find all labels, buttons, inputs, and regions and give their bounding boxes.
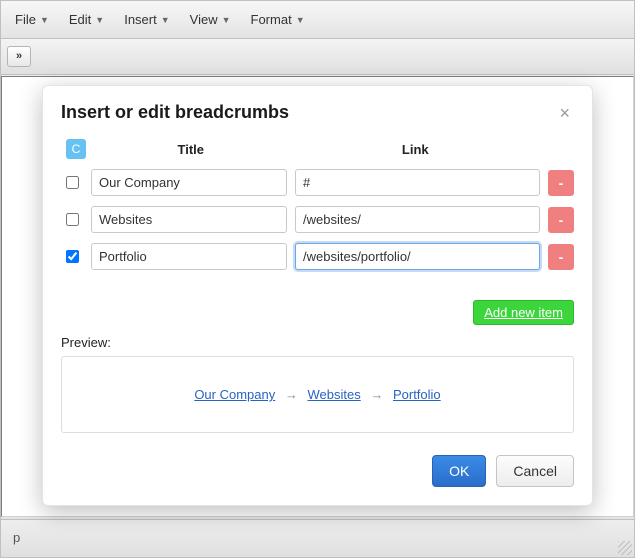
breadcrumb-link[interactable]: Portfolio xyxy=(393,387,441,402)
row-link-input[interactable] xyxy=(295,206,540,233)
row-link-input[interactable] xyxy=(295,169,540,196)
row-title-input[interactable] xyxy=(91,206,287,233)
breadcrumbs-dialog: Insert or edit breadcrumbs × C Title Lin… xyxy=(42,85,593,506)
table-header: C Title Link xyxy=(61,139,574,159)
arrow-right-icon: → xyxy=(370,387,383,402)
row-title-input[interactable] xyxy=(91,243,287,270)
minus-icon: - xyxy=(559,212,564,228)
col-title-header: Title xyxy=(91,142,291,157)
preview-label: Preview: xyxy=(61,335,574,350)
row-delete-button[interactable]: - xyxy=(548,244,574,270)
dialog-header: Insert or edit breadcrumbs × xyxy=(43,86,592,133)
table-row: - xyxy=(61,169,574,196)
minus-icon: - xyxy=(559,249,564,265)
col-link-header: Link xyxy=(291,142,540,157)
cancel-button[interactable]: Cancel xyxy=(496,455,574,487)
current-badge: C xyxy=(66,139,87,159)
table-row: - xyxy=(61,243,574,270)
minus-icon: - xyxy=(559,175,564,191)
row-current-checkbox[interactable] xyxy=(66,213,79,226)
breadcrumb-link[interactable]: Our Company xyxy=(194,387,275,402)
row-delete-button[interactable]: - xyxy=(548,170,574,196)
row-current-checkbox[interactable] xyxy=(66,176,79,189)
table-row: - xyxy=(61,206,574,233)
ok-button[interactable]: OK xyxy=(432,455,486,487)
add-new-item-button[interactable]: Add new item xyxy=(473,300,574,325)
dialog-footer: OK Cancel xyxy=(43,445,592,505)
row-delete-button[interactable]: - xyxy=(548,207,574,233)
close-icon[interactable]: × xyxy=(555,104,574,122)
breadcrumb-link[interactable]: Websites xyxy=(307,387,360,402)
modal-overlay: Insert or edit breadcrumbs × C Title Lin… xyxy=(1,1,634,557)
row-link-input[interactable] xyxy=(295,243,540,270)
arrow-right-icon: → xyxy=(285,387,298,402)
row-title-input[interactable] xyxy=(91,169,287,196)
row-current-checkbox[interactable] xyxy=(66,250,79,263)
app-window: File ▼ Edit ▼ Insert ▼ View ▼ Format ▼ »… xyxy=(0,0,635,558)
dialog-title: Insert or edit breadcrumbs xyxy=(61,102,289,123)
preview-box: Our Company → Websites → Portfolio xyxy=(61,356,574,433)
dialog-body: C Title Link - - xyxy=(43,133,592,445)
